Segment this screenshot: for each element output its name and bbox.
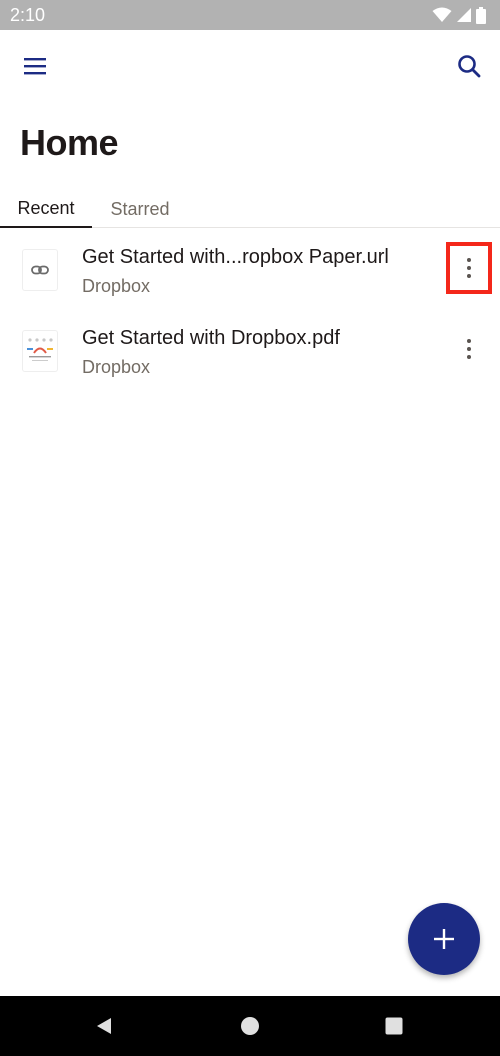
- menu-button[interactable]: [11, 42, 59, 90]
- add-fab-button[interactable]: [408, 903, 480, 975]
- file-thumbnail: [23, 331, 57, 371]
- app-bar: [0, 30, 500, 102]
- signal-icon: [457, 8, 471, 22]
- hamburger-menu-icon: [24, 58, 46, 75]
- status-bar: 2:10: [0, 0, 500, 30]
- status-icons: [432, 6, 486, 24]
- file-thumbnail: [23, 250, 57, 290]
- wifi-icon: [432, 7, 452, 22]
- back-icon: [97, 1018, 111, 1034]
- status-time: 2:10: [10, 5, 46, 25]
- pdf-thumbnail: [27, 338, 53, 361]
- link-icon: [31, 265, 49, 275]
- file-location: Dropbox: [82, 276, 151, 296]
- tab-bar: Recent Starred: [0, 190, 500, 228]
- system-nav-bar: [0, 996, 500, 1056]
- recents-icon: [385, 1017, 403, 1035]
- tab-starred[interactable]: Starred: [92, 190, 188, 228]
- home-button[interactable]: [226, 1006, 274, 1046]
- search-button[interactable]: [445, 42, 493, 90]
- page-title: Home: [20, 122, 119, 163]
- recents-button[interactable]: [370, 1006, 418, 1046]
- more-vertical-icon: [467, 339, 471, 359]
- plus-icon: [434, 929, 454, 949]
- file-name: Get Started with...ropbox Paper.url: [82, 246, 389, 268]
- back-button[interactable]: [80, 1006, 128, 1046]
- file-row[interactable]: Get Started with Dropbox.pdf Dropbox: [0, 311, 500, 391]
- file-location: Dropbox: [82, 357, 151, 377]
- file-row[interactable]: Get Started with...ropbox Paper.url Drop…: [0, 230, 500, 310]
- search-icon: [458, 55, 481, 78]
- tab-recent[interactable]: Recent: [0, 190, 92, 228]
- more-options-button[interactable]: [446, 323, 492, 375]
- file-name: Get Started with Dropbox.pdf: [82, 327, 340, 349]
- home-icon: [241, 1017, 259, 1035]
- battery-icon: [476, 6, 486, 24]
- more-options-button[interactable]: [446, 242, 492, 294]
- more-vertical-icon: [467, 258, 471, 278]
